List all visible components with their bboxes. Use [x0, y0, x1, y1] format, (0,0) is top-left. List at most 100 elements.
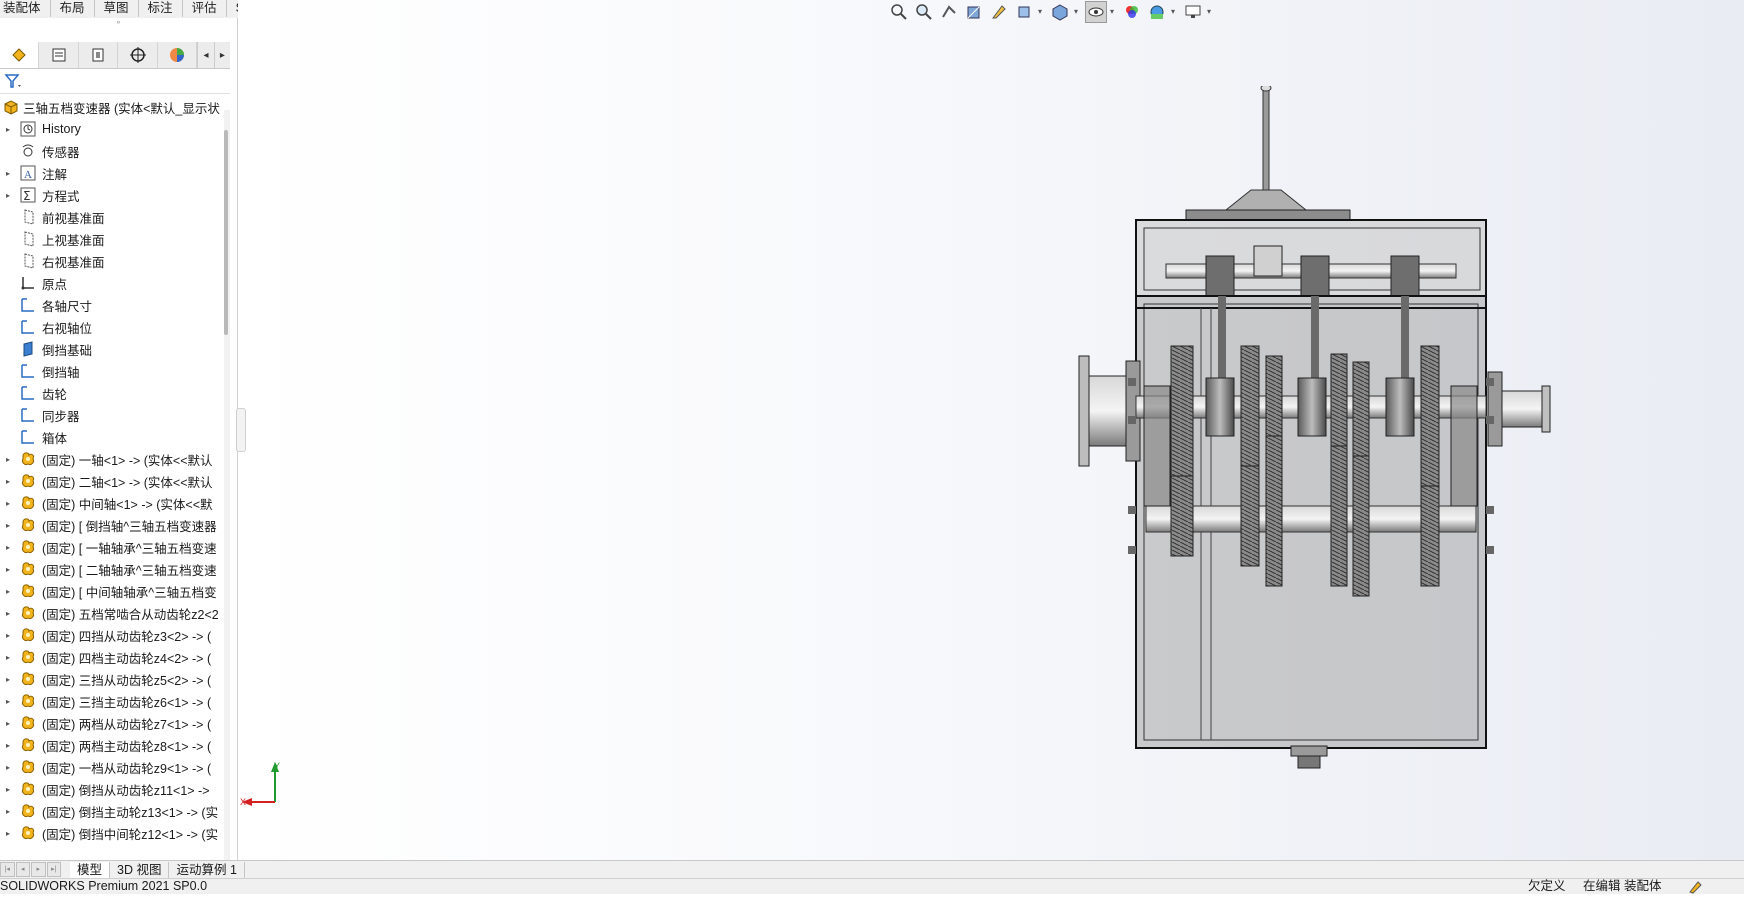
command-tab[interactable]: 标注 [139, 0, 183, 17]
view-settings-icon[interactable] [1182, 1, 1204, 23]
expand-arrow-icon[interactable]: ▸ [2, 653, 14, 662]
tree-feature-item[interactable]: ▸ A 注解 [0, 162, 222, 184]
expand-arrow-icon[interactable]: ▸ [2, 829, 14, 838]
expand-arrow-icon[interactable]: ▸ [2, 675, 14, 684]
tree-feature-item[interactable]: 倒挡基础 [0, 338, 222, 360]
graphics-area[interactable]: ▾ ▾ ▾ ▾ ▾ [238, 0, 1744, 862]
tree-feature-item[interactable]: 右视基准面 [0, 250, 222, 272]
tree-feature-item[interactable]: 前视基准面 [0, 206, 222, 228]
tree-component-item[interactable]: ▸ (固定) 四挡从动齿轮z3<2> -> ( [0, 624, 222, 646]
dynamic-annotation-icon[interactable] [988, 1, 1010, 23]
tree-feature-item[interactable]: 同步器 [0, 404, 222, 426]
section-view-icon[interactable] [963, 1, 985, 23]
tree-component-item[interactable]: ▸ (固定) 中间轴<1> -> (实体<<默 [0, 492, 222, 514]
tree-component-item[interactable]: ▸ (固定) [ 倒挡轴^三轴五档变速器 [0, 514, 222, 536]
tab-scroll-left-icon[interactable]: ◂ [197, 42, 213, 68]
edit-appearance-icon[interactable] [1121, 1, 1143, 23]
prev-tab-icon[interactable]: ◂ [15, 862, 30, 877]
tree-filter[interactable] [0, 71, 230, 94]
expand-arrow-icon[interactable]: ▸ [2, 191, 14, 200]
expand-arrow-icon[interactable]: ▸ [2, 763, 14, 772]
next-tab-icon[interactable]: ▸ [31, 862, 46, 877]
scrollbar-thumb[interactable] [224, 130, 228, 335]
tree-feature-item[interactable]: 原点 [0, 272, 222, 294]
tree-feature-item[interactable]: 倒挡轴 [0, 360, 222, 382]
expand-arrow-icon[interactable]: ▸ [2, 521, 14, 530]
tree-component-item[interactable]: ▸ (固定) [ 中间轴轴承^三轴五档变 [0, 580, 222, 602]
display-style-dropdown-icon[interactable]: ▾ [1074, 1, 1082, 23]
gearbox-assembly-model[interactable] [1076, 86, 1586, 786]
expand-arrow-icon[interactable]: ▸ [2, 741, 14, 750]
zoom-to-fit-icon[interactable] [888, 1, 910, 23]
hide-show-dropdown-icon[interactable]: ▾ [1110, 1, 1118, 23]
previous-view-icon[interactable] [938, 1, 960, 23]
hide-show-items-icon[interactable] [1085, 1, 1107, 23]
view-orientation-dropdown-icon[interactable]: ▾ [1038, 1, 1046, 23]
tree-component-item[interactable]: ▸ (固定) 二轴<1> -> (实体<<默认 [0, 470, 222, 492]
expand-arrow-icon[interactable]: ▸ [2, 125, 14, 134]
command-tab[interactable]: 评估 [183, 0, 227, 17]
expand-arrow-icon[interactable]: ▸ [2, 807, 14, 816]
tree-feature-item[interactable]: 箱体 [0, 426, 222, 448]
tree-component-item[interactable]: ▸ (固定) 倒挡从动齿轮z11<1> -> [0, 778, 222, 800]
tree-feature-item[interactable]: 上视基准面 [0, 228, 222, 250]
tree-component-item[interactable]: ▸ (固定) [ 一轴轴承^三轴五档变速 [0, 536, 222, 558]
tree-component-item[interactable]: ▸ (固定) 两档从动齿轮z7<1> -> ( [0, 712, 222, 734]
tree-component-item[interactable]: ▸ (固定) 倒挡主动轮z13<1> -> (实 [0, 800, 222, 822]
tree-component-item[interactable]: ▸ (固定) 五档常啮合从动齿轮z2<2 [0, 602, 222, 624]
expand-arrow-icon[interactable]: ▸ [2, 785, 14, 794]
propertymanager-tab-icon[interactable] [39, 42, 79, 68]
tree-component-item[interactable]: ▸ (固定) 四档主动齿轮z4<2> -> ( [0, 646, 222, 668]
expand-arrow-icon[interactable]: ▸ [2, 631, 14, 640]
tree-feature-item[interactable]: 各轴尺寸 [0, 294, 222, 316]
document-tab[interactable]: 3D 视图 [110, 861, 170, 878]
featuremanager-tab-icon[interactable] [0, 42, 40, 68]
tree-component-item[interactable]: ▸ (固定) 一轴<1> -> (实体<<默认 [0, 448, 222, 470]
expand-arrow-icon[interactable]: ▸ [2, 587, 14, 596]
tree-feature-item[interactable]: ▸ Σ 方程式 [0, 184, 222, 206]
tab-scroll-right-icon[interactable]: ▸ [213, 42, 230, 68]
tree-feature-item[interactable]: ▸ History [0, 118, 222, 140]
dimxpert-tab-icon[interactable] [118, 42, 158, 68]
document-tab[interactable]: 模型 [70, 861, 111, 878]
expand-arrow-icon[interactable]: ▸ [2, 499, 14, 508]
zoom-area-icon[interactable] [913, 1, 935, 23]
command-tab[interactable]: 草图 [95, 0, 139, 17]
tree-component-item[interactable]: ▸ (固定) 三挡从动齿轮z5<2> -> ( [0, 668, 222, 690]
expand-arrow-icon[interactable]: ▸ [2, 719, 14, 728]
apply-scene-icon[interactable] [1146, 1, 1168, 23]
tree-component-item[interactable]: ▸ (固定) [ 二轴轴承^三轴五档变速 [0, 558, 222, 580]
command-tab[interactable]: 布局 [51, 0, 95, 17]
apply-scene-dropdown-icon[interactable]: ▾ [1171, 1, 1179, 23]
tree-feature-item[interactable]: 齿轮 [0, 382, 222, 404]
expand-arrow-icon[interactable]: ▸ [2, 609, 14, 618]
view-settings-dropdown-icon[interactable]: ▾ [1207, 1, 1215, 23]
displaymanager-tab-icon[interactable] [158, 42, 198, 68]
assembly-root[interactable]: 三轴五档变速器 (实体<默认_显示状 [0, 96, 222, 118]
command-tab[interactable]: 装配体 [0, 0, 51, 17]
first-tab-icon[interactable]: |◂ [0, 862, 15, 877]
expand-arrow-icon[interactable]: ▸ [2, 169, 14, 178]
tree-item-label: 各轴尺寸 [42, 299, 93, 314]
expand-arrow-icon[interactable]: ▸ [2, 477, 14, 486]
tree-component-item[interactable]: ▸ (固定) 两档主动齿轮z8<1> -> ( [0, 734, 222, 756]
rebuild-icon[interactable] [1688, 879, 1704, 898]
filter-icon[interactable] [4, 73, 22, 92]
expand-arrow-icon[interactable]: ▸ [2, 543, 14, 552]
expand-arrow-icon[interactable]: ▸ [2, 697, 14, 706]
expand-arrow-icon[interactable]: ▸ [2, 455, 14, 464]
view-orientation-icon[interactable] [1013, 1, 1035, 23]
panel-collapse-handle[interactable] [236, 408, 246, 452]
tree-scrollbar[interactable] [224, 110, 230, 862]
tree-feature-item[interactable]: 右视轴位 [0, 316, 222, 338]
tree-component-item[interactable]: ▸ (固定) 一档从动齿轮z9<1> -> ( [0, 756, 222, 778]
display-style-icon[interactable] [1049, 1, 1071, 23]
last-tab-icon[interactable]: ▸| [46, 862, 61, 877]
tree-feature-item[interactable]: 传感器 [0, 140, 222, 162]
document-tab[interactable]: 运动算例 1 [169, 861, 245, 878]
panel-grip[interactable]: ⚬ [0, 18, 237, 28]
tree-component-item[interactable]: ▸ (固定) 倒挡中间轮z12<1> -> (实 [0, 822, 222, 844]
configurationmanager-tab-icon[interactable] [79, 42, 119, 68]
expand-arrow-icon[interactable]: ▸ [2, 565, 14, 574]
tree-component-item[interactable]: ▸ (固定) 三挡主动齿轮z6<1> -> ( [0, 690, 222, 712]
